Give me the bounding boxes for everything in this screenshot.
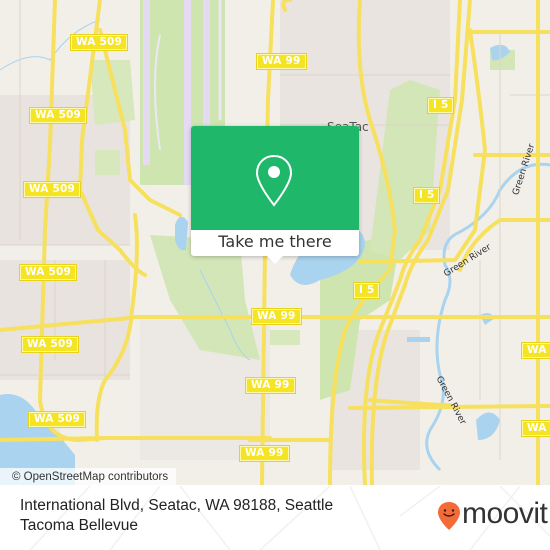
footer: International Blvd, Seatac, WA 98188, Se… [0,486,550,550]
route-shield-wa-99: WA 99 [240,446,289,461]
route-shield-wa-509: WA 509 [24,182,81,197]
route-shield-wa-99: WA 99 [257,54,306,69]
route-shield-wa-509: WA 509 [29,412,86,427]
popup-pointer [266,255,284,264]
moovit-smiley-pin-icon [438,502,460,530]
route-shield-i-5: I 5 [354,283,380,298]
moovit-wordmark: moovit [462,497,548,530]
map-attribution[interactable]: © OpenStreetMap contributors [0,468,177,485]
route-shield-wa-509: WA 509 [20,265,77,280]
route-shield-wa-167: WA 167 [522,421,550,436]
map-pin-icon [255,154,293,207]
route-shield-wa-167: WA 167 [522,343,550,358]
map-view[interactable]: SeaTac WA 509 WA 509 WA 509 WA 509 WA 50… [0,0,550,485]
location-popup[interactable]: Take me there [191,126,359,264]
route-shield-wa-99: WA 99 [252,309,301,324]
route-shield-i-5: I 5 [428,98,454,113]
route-shield-wa-509: WA 509 [71,35,128,50]
address-text: International Blvd, Seatac, WA 98188, Se… [20,497,334,534]
route-shield-i-5: I 5 [414,188,440,203]
route-shield-wa-509: WA 509 [22,337,79,352]
take-me-there-button[interactable]: Take me there [191,230,359,256]
popup-header [191,126,359,230]
route-shield-wa-99: WA 99 [246,378,295,393]
route-shield-wa-509: WA 509 [30,108,87,123]
